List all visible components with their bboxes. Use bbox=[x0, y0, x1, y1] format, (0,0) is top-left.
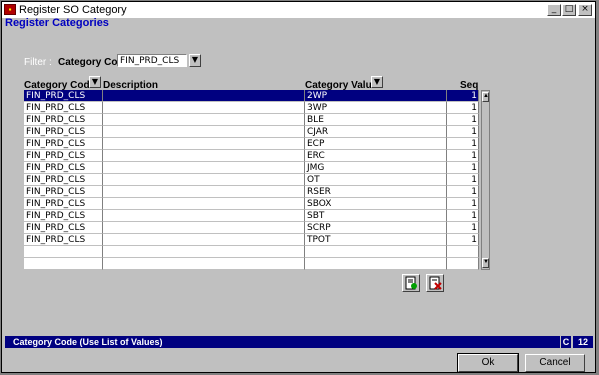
cell-seq[interactable]: 1 bbox=[447, 138, 479, 150]
vertical-scrollbar[interactable]: ▲ ▼ bbox=[481, 90, 490, 270]
cell-category-value[interactable]: BLE bbox=[305, 114, 447, 126]
chevron-down-icon: ▼ bbox=[373, 77, 381, 86]
cell-description[interactable] bbox=[103, 222, 305, 234]
cell-category-code[interactable] bbox=[24, 258, 103, 270]
cell-description[interactable] bbox=[103, 162, 305, 174]
cell-seq[interactable]: 1 bbox=[447, 210, 479, 222]
cell-seq[interactable]: 1 bbox=[447, 114, 479, 126]
cell-category-code[interactable]: FIN_PRD_CLS bbox=[24, 114, 103, 126]
cell-description[interactable] bbox=[103, 90, 305, 102]
add-record-button[interactable] bbox=[402, 274, 420, 292]
cell-category-code[interactable]: FIN_PRD_CLS bbox=[24, 174, 103, 186]
window-title: Register SO Category bbox=[19, 4, 127, 16]
cell-category-value[interactable]: TPOT bbox=[305, 234, 447, 246]
cancel-button-label: Cancel bbox=[539, 357, 571, 368]
cell-description[interactable] bbox=[103, 246, 305, 258]
cell-category-value[interactable]: 3WP bbox=[305, 102, 447, 114]
cell-category-code[interactable]: FIN_PRD_CLS bbox=[24, 222, 103, 234]
status-record-count: 12 bbox=[573, 336, 593, 348]
ok-button[interactable]: Ok bbox=[457, 353, 519, 373]
minimize-button[interactable]: _ bbox=[547, 4, 561, 16]
category-code-lov-button[interactable]: ▼ bbox=[89, 76, 101, 88]
cell-category-value[interactable]: OT bbox=[305, 174, 447, 186]
cancel-button[interactable]: Cancel bbox=[525, 354, 585, 372]
cell-category-code[interactable]: FIN_PRD_CLS bbox=[24, 102, 103, 114]
maximize-button[interactable]: □ bbox=[562, 4, 576, 16]
chevron-down-icon: ▼ bbox=[191, 55, 199, 64]
cell-description[interactable] bbox=[103, 174, 305, 186]
cell-category-value[interactable]: RSER bbox=[305, 186, 447, 198]
cell-category-code[interactable]: FIN_PRD_CLS bbox=[24, 138, 103, 150]
cell-description[interactable] bbox=[103, 186, 305, 198]
category-code-filter-input[interactable]: FIN_PRD_CLS bbox=[117, 54, 187, 67]
cell-category-code[interactable]: FIN_PRD_CLS bbox=[24, 90, 103, 102]
cell-description[interactable] bbox=[103, 126, 305, 138]
close-button[interactable]: × bbox=[578, 4, 592, 16]
cell-description[interactable] bbox=[103, 114, 305, 126]
cell-seq[interactable]: 1 bbox=[447, 102, 479, 114]
cell-category-code[interactable]: FIN_PRD_CLS bbox=[24, 186, 103, 198]
main-window: ▪ Register SO Category _ □ × Register Ca… bbox=[1, 1, 596, 373]
delete-record-button[interactable] bbox=[426, 274, 444, 292]
scroll-down-button[interactable]: ▼ bbox=[482, 258, 489, 268]
cell-seq[interactable] bbox=[447, 246, 479, 258]
cell-category-code[interactable]: FIN_PRD_CLS bbox=[24, 126, 103, 138]
cell-category-code[interactable]: FIN_PRD_CLS bbox=[24, 150, 103, 162]
cell-description[interactable] bbox=[103, 210, 305, 222]
form-title: Register Categories bbox=[5, 17, 109, 29]
cell-seq[interactable]: 1 bbox=[447, 198, 479, 210]
cell-category-value[interactable]: SBOX bbox=[305, 198, 447, 210]
cell-description[interactable] bbox=[103, 258, 305, 270]
cell-seq[interactable] bbox=[447, 258, 479, 270]
add-record-icon bbox=[405, 276, 417, 290]
cell-category-value[interactable]: SBT bbox=[305, 210, 447, 222]
category-code-filter-lov-button[interactable]: ▼ bbox=[189, 54, 201, 67]
cell-description[interactable] bbox=[103, 150, 305, 162]
cell-seq[interactable]: 1 bbox=[447, 234, 479, 246]
chevron-down-icon: ▼ bbox=[91, 77, 99, 86]
status-mode: C bbox=[561, 336, 571, 348]
cell-seq[interactable]: 1 bbox=[447, 90, 479, 102]
cell-category-code[interactable]: FIN_PRD_CLS bbox=[24, 210, 103, 222]
cell-seq[interactable]: 1 bbox=[447, 150, 479, 162]
cell-seq[interactable]: 1 bbox=[447, 186, 479, 198]
records-grid: FIN_PRD_CLS 2WP 1 FIN_PRD_CLS 3WP 1 FIN_PRD_CL… bbox=[24, 90, 481, 271]
cell-category-code[interactable]: FIN_PRD_CLS bbox=[24, 198, 103, 210]
scroll-up-button[interactable]: ▲ bbox=[482, 92, 489, 102]
cell-description[interactable] bbox=[103, 198, 305, 210]
arrow-up-icon: ▲ bbox=[483, 93, 489, 99]
cell-category-code[interactable] bbox=[24, 246, 103, 258]
filter-label: Filter : bbox=[24, 57, 52, 68]
cell-category-value[interactable] bbox=[305, 246, 447, 258]
cell-category-value[interactable]: ERC bbox=[305, 150, 447, 162]
cell-description[interactable] bbox=[103, 138, 305, 150]
delete-record-icon bbox=[429, 276, 442, 290]
cell-category-value[interactable]: SCRP bbox=[305, 222, 447, 234]
cell-description[interactable] bbox=[103, 234, 305, 246]
cell-category-value[interactable]: CJAR bbox=[305, 126, 447, 138]
app-icon: ▪ bbox=[4, 4, 16, 15]
cell-seq[interactable]: 1 bbox=[447, 222, 479, 234]
cell-category-code[interactable]: FIN_PRD_CLS bbox=[24, 234, 103, 246]
ok-button-label: Ok bbox=[481, 357, 495, 368]
cell-seq[interactable]: 1 bbox=[447, 162, 479, 174]
cell-category-value[interactable] bbox=[305, 258, 447, 270]
cell-seq[interactable]: 1 bbox=[447, 126, 479, 138]
category-value-lov-button[interactable]: ▼ bbox=[371, 76, 383, 88]
status-message: Category Code (Use List of Values) bbox=[5, 336, 560, 348]
cell-category-value[interactable]: 2WP bbox=[305, 90, 447, 102]
cell-category-value[interactable]: ECP bbox=[305, 138, 447, 150]
cell-category-code[interactable]: FIN_PRD_CLS bbox=[24, 162, 103, 174]
cell-category-value[interactable]: JMG bbox=[305, 162, 447, 174]
arrow-down-icon: ▼ bbox=[483, 259, 489, 265]
cell-description[interactable] bbox=[103, 102, 305, 114]
cell-seq[interactable]: 1 bbox=[447, 174, 479, 186]
